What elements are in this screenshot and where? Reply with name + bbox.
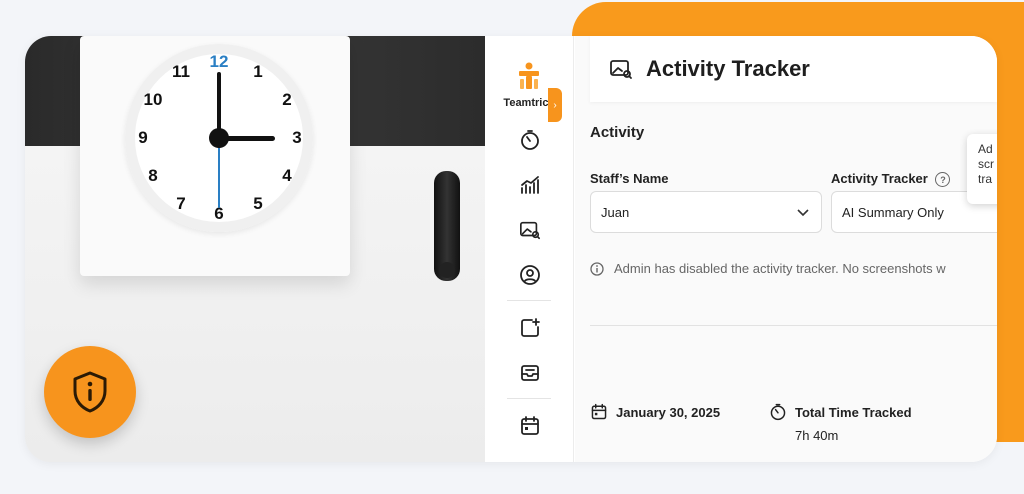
pen-tip: [439, 262, 455, 278]
sidebar-divider: [507, 398, 551, 399]
clock-number: 4: [282, 166, 292, 185]
chevron-right-icon: ›: [553, 99, 557, 111]
notice-text: Admin has disabled the activity tracker.…: [614, 261, 946, 276]
add-note-icon[interactable]: [519, 317, 541, 339]
image-search-icon[interactable]: [519, 219, 541, 241]
notice: Admin has disabled the activity tracker.…: [590, 261, 946, 276]
tooltip-line: tra: [978, 172, 993, 186]
clock-photo: 12 1 2 3 4 5 6 7 8 9 10 11: [25, 36, 485, 462]
clock-number: 9: [138, 128, 148, 147]
section-title: Activity: [590, 124, 645, 141]
staff-name-label: Staff’s Name: [590, 171, 669, 186]
chevron-down-icon: [797, 209, 809, 217]
page-title: Activity Tracker: [646, 56, 810, 81]
image-search-icon: [610, 60, 632, 79]
date-stat: January 30, 2025: [590, 403, 720, 421]
tooltip-line: Ad: [978, 142, 993, 156]
calendar-icon[interactable]: [519, 415, 541, 437]
timer-icon[interactable]: [519, 129, 541, 151]
second-hand: [218, 138, 220, 208]
clock-pin: [209, 128, 229, 148]
clock-number: 7: [176, 194, 186, 213]
timer-icon: [770, 403, 786, 421]
app-card: 12 1 2 3 4 5 6 7 8 9 10 11 Teamtrics Act…: [25, 36, 997, 462]
staff-name-select[interactable]: Juan: [590, 191, 822, 233]
sidebar-toggle-button[interactable]: ›: [548, 88, 562, 122]
total-time-stat: Total Time Tracked: [769, 403, 912, 421]
sidebar-divider: [507, 300, 551, 301]
calendar-icon: [591, 403, 607, 420]
help-icon[interactable]: ?: [935, 172, 951, 188]
bar-chart-icon[interactable]: [519, 174, 541, 196]
inbox-icon[interactable]: [519, 362, 541, 384]
privacy-shield-button[interactable]: [44, 346, 136, 438]
clock-number: 10: [143, 90, 163, 109]
clock-number: 2: [282, 90, 292, 109]
tooltip-line: scr: [978, 157, 994, 171]
page-header: Activity Tracker: [590, 36, 997, 102]
user-circle-icon[interactable]: [519, 264, 541, 286]
clock-number: 3: [292, 128, 302, 147]
clock-number: 1: [253, 62, 263, 81]
tooltip: Ad scr tra: [967, 134, 997, 204]
clock-number: 12: [209, 52, 229, 71]
total-time-label: Total Time Tracked: [795, 404, 912, 420]
activity-tracker-value: AI Summary Only: [842, 204, 944, 220]
clock-number: 11: [172, 62, 190, 81]
staff-name-value: Juan: [601, 204, 630, 220]
page: 12 1 2 3 4 5 6 7 8 9 10 11 Teamtrics Act…: [0, 0, 1024, 494]
date-value: January 30, 2025: [616, 404, 721, 420]
shield-info-icon: [73, 371, 107, 413]
total-time-value: 7h 40m: [795, 428, 839, 443]
clock-number: 5: [253, 194, 263, 213]
main-panel: Activity Tracker Activity Staff’s Name J…: [575, 36, 997, 462]
activity-tracker-label-wrap: Activity Tracker ?: [831, 171, 951, 188]
teamtrics-logo-icon: [519, 62, 539, 89]
activity-tracker-label: Activity Tracker: [831, 171, 928, 186]
clock-face: 12 1 2 3 4 5 6 7 8 9 10 11: [125, 44, 313, 232]
info-icon: [590, 261, 604, 276]
divider: [590, 325, 997, 326]
clock-number: 8: [148, 166, 158, 185]
